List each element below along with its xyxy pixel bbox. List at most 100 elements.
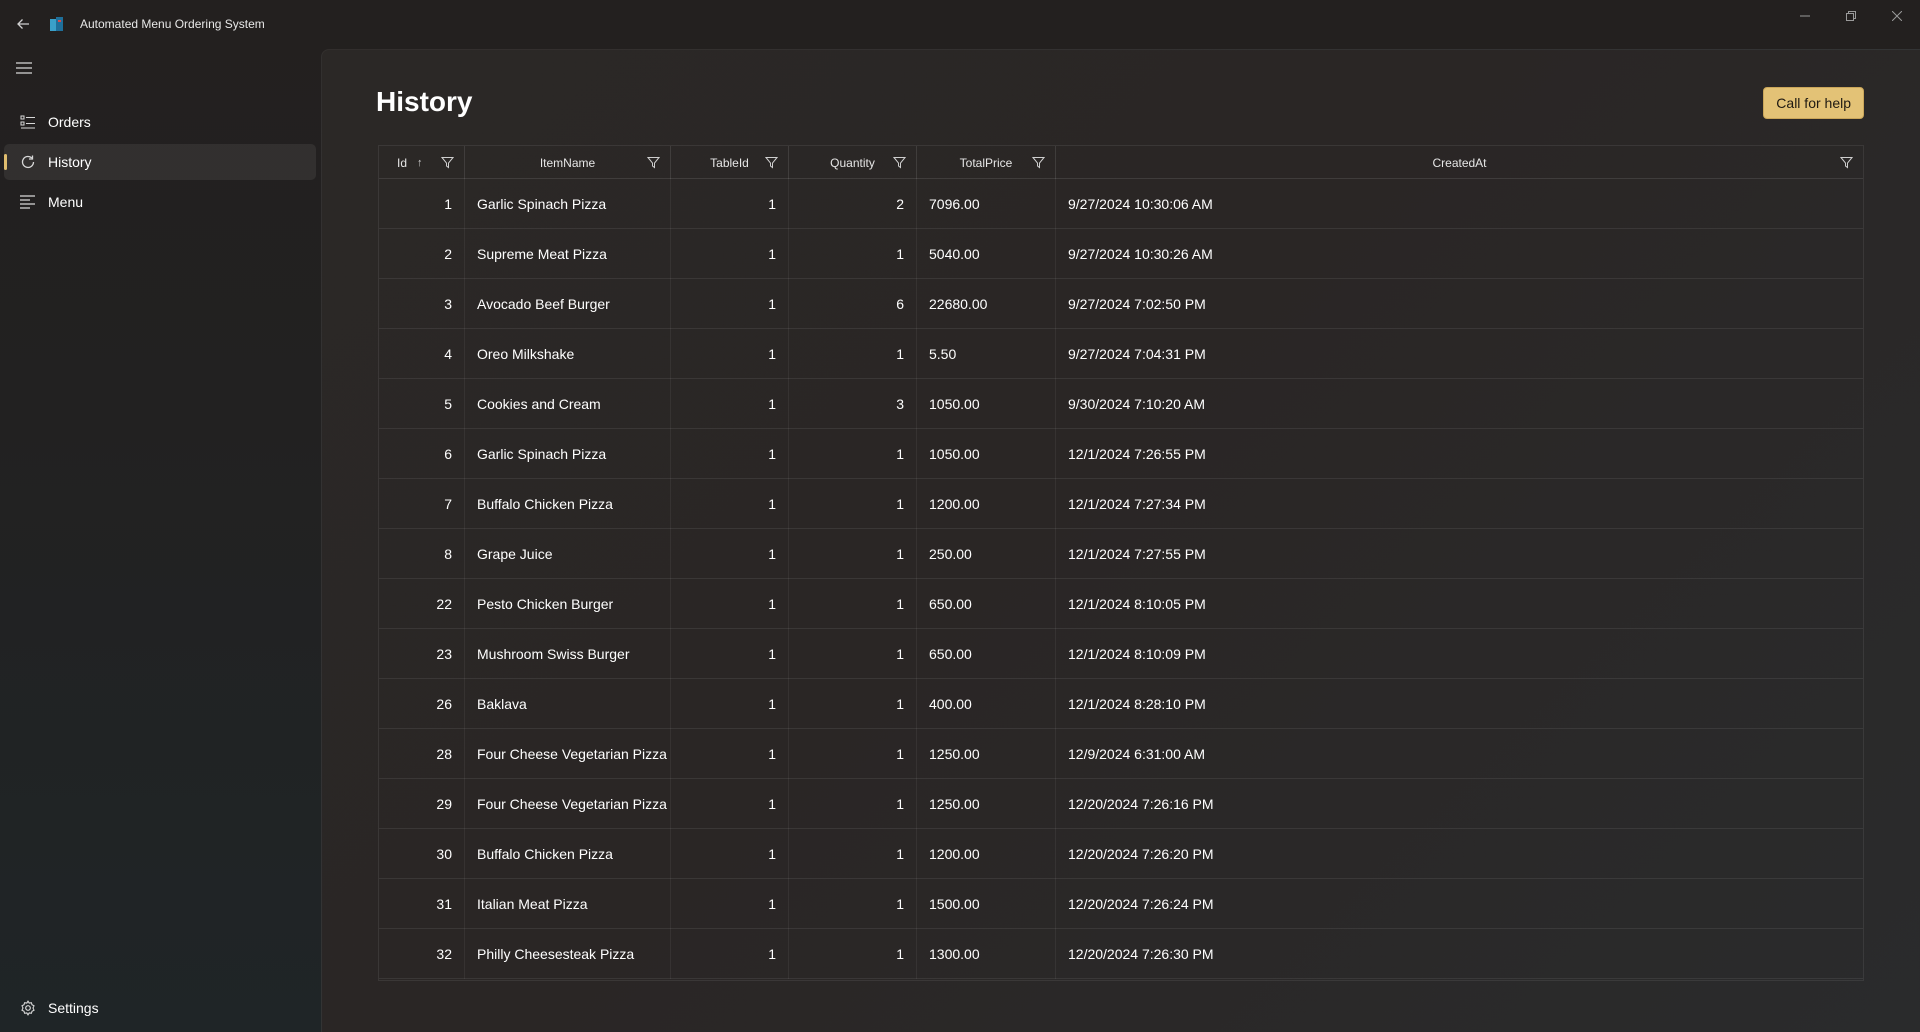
cell-totalprice[interactable]: 1200.00 xyxy=(917,479,1056,529)
cell-quantity[interactable]: 1 xyxy=(789,579,917,629)
cell-quantity[interactable]: 1 xyxy=(789,629,917,679)
cell-id[interactable]: 28 xyxy=(379,729,465,779)
cell-itemname[interactable]: Supreme Meat Pizza xyxy=(465,229,671,279)
filter-icon[interactable] xyxy=(1840,156,1853,169)
cell-tableid[interactable]: 1 xyxy=(671,929,789,979)
cell-quantity[interactable]: 1 xyxy=(789,879,917,929)
cell-createdat[interactable]: 12/1/2024 8:10:09 PM xyxy=(1056,629,1863,679)
cell-itemname[interactable]: Grape Juice xyxy=(465,529,671,579)
column-header-quantity[interactable]: Quantity xyxy=(789,146,917,179)
cell-itemname[interactable]: Oreo Milkshake xyxy=(465,329,671,379)
filter-icon[interactable] xyxy=(893,156,906,169)
restore-button[interactable] xyxy=(1828,0,1874,32)
call-for-help-button[interactable]: Call for help xyxy=(1763,87,1864,119)
cell-createdat[interactable]: 9/27/2024 10:30:26 AM xyxy=(1056,229,1863,279)
cell-totalprice[interactable]: 1250.00 xyxy=(917,779,1056,829)
cell-id[interactable]: 5 xyxy=(379,379,465,429)
filter-icon[interactable] xyxy=(647,156,660,169)
cell-tableid[interactable]: 1 xyxy=(671,679,789,729)
cell-tableid[interactable]: 1 xyxy=(671,729,789,779)
cell-createdat[interactable]: 9/30/2024 7:10:20 AM xyxy=(1056,379,1863,429)
cell-tableid[interactable]: 1 xyxy=(671,829,789,879)
cell-createdat[interactable]: 12/9/2024 6:31:00 AM xyxy=(1056,729,1863,779)
cell-quantity[interactable]: 6 xyxy=(789,279,917,329)
cell-tableid[interactable]: 1 xyxy=(671,779,789,829)
cell-totalprice[interactable]: 1500.00 xyxy=(917,879,1056,929)
cell-itemname[interactable]: Mushroom Swiss Burger xyxy=(465,629,671,679)
cell-id[interactable]: 31 xyxy=(379,879,465,929)
table-row[interactable]: 8 Grape Juice 1 1 250.00 12/1/2024 7:27:55 PM xyxy=(379,529,1863,579)
table-row[interactable]: 29 Four Cheese Vegetarian Pizza 1 1 1250.00 1… xyxy=(379,779,1863,829)
cell-itemname[interactable]: Garlic Spinach Pizza xyxy=(465,179,671,229)
sidebar-item-settings[interactable]: Settings xyxy=(4,990,316,1026)
cell-tableid[interactable]: 1 xyxy=(671,879,789,929)
sidebar-item-orders[interactable]: Orders xyxy=(4,104,316,140)
cell-id[interactable]: 22 xyxy=(379,579,465,629)
cell-itemname[interactable]: Philly Cheesesteak Pizza xyxy=(465,929,671,979)
cell-quantity[interactable]: 2 xyxy=(789,179,917,229)
column-header-tableid[interactable]: TableId xyxy=(671,146,789,179)
cell-createdat[interactable]: 9/27/2024 7:04:31 PM xyxy=(1056,329,1863,379)
cell-createdat[interactable]: 12/1/2024 7:26:55 PM xyxy=(1056,429,1863,479)
cell-id[interactable]: 3 xyxy=(379,279,465,329)
cell-itemname[interactable]: Buffalo Chicken Pizza xyxy=(465,829,671,879)
cell-totalprice[interactable]: 1050.00 xyxy=(917,379,1056,429)
cell-quantity[interactable]: 1 xyxy=(789,679,917,729)
cell-quantity[interactable]: 1 xyxy=(789,479,917,529)
cell-tableid[interactable]: 1 xyxy=(671,629,789,679)
cell-itemname[interactable]: Four Cheese Vegetarian Pizza xyxy=(465,779,671,829)
table-row[interactable]: 7 Buffalo Chicken Pizza 1 1 1200.00 12/1/2024… xyxy=(379,479,1863,529)
cell-tableid[interactable]: 1 xyxy=(671,279,789,329)
cell-quantity[interactable]: 1 xyxy=(789,829,917,879)
cell-totalprice[interactable]: 22680.00 xyxy=(917,279,1056,329)
cell-totalprice[interactable]: 5040.00 xyxy=(917,229,1056,279)
table-row[interactable]: 30 Buffalo Chicken Pizza 1 1 1200.00 12/20/20… xyxy=(379,829,1863,879)
table-row[interactable]: 23 Mushroom Swiss Burger 1 1 650.00 12/1/2024… xyxy=(379,629,1863,679)
cell-createdat[interactable]: 9/27/2024 10:30:06 AM xyxy=(1056,179,1863,229)
cell-totalprice[interactable]: 250.00 xyxy=(917,529,1056,579)
cell-id[interactable]: 6 xyxy=(379,429,465,479)
table-row[interactable]: 3 Avocado Beef Burger 1 6 22680.00 9/27/2024 … xyxy=(379,279,1863,329)
cell-createdat[interactable]: 9/27/2024 7:02:50 PM xyxy=(1056,279,1863,329)
cell-id[interactable]: 7 xyxy=(379,479,465,529)
cell-createdat[interactable]: 12/1/2024 8:10:05 PM xyxy=(1056,579,1863,629)
cell-createdat[interactable]: 12/1/2024 7:27:34 PM xyxy=(1056,479,1863,529)
cell-createdat[interactable]: 12/1/2024 8:28:10 PM xyxy=(1056,679,1863,729)
cell-quantity[interactable]: 1 xyxy=(789,329,917,379)
cell-createdat[interactable]: 12/20/2024 7:26:20 PM xyxy=(1056,829,1863,879)
cell-tableid[interactable]: 1 xyxy=(671,379,789,429)
cell-createdat[interactable]: 12/20/2024 7:26:16 PM xyxy=(1056,779,1863,829)
cell-id[interactable]: 30 xyxy=(379,829,465,879)
cell-id[interactable]: 29 xyxy=(379,779,465,829)
table-row[interactable]: 32 Philly Cheesesteak Pizza 1 1 1300.00 12/20… xyxy=(379,929,1863,979)
cell-quantity[interactable]: 1 xyxy=(789,229,917,279)
cell-tableid[interactable]: 1 xyxy=(671,329,789,379)
cell-totalprice[interactable]: 400.00 xyxy=(917,679,1056,729)
cell-itemname[interactable]: Four Cheese Vegetarian Pizza xyxy=(465,729,671,779)
cell-itemname[interactable]: Baklava xyxy=(465,679,671,729)
cell-itemname[interactable]: Avocado Beef Burger xyxy=(465,279,671,329)
cell-tableid[interactable]: 1 xyxy=(671,579,789,629)
cell-createdat[interactable]: 12/20/2024 7:26:30 PM xyxy=(1056,929,1863,979)
cell-totalprice[interactable]: 1300.00 xyxy=(917,929,1056,979)
cell-totalprice[interactable]: 1250.00 xyxy=(917,729,1056,779)
table-row[interactable]: 6 Garlic Spinach Pizza 1 1 1050.00 12/1/2024 … xyxy=(379,429,1863,479)
cell-totalprice[interactable]: 650.00 xyxy=(917,629,1056,679)
minimize-button[interactable] xyxy=(1782,0,1828,32)
cell-itemname[interactable]: Garlic Spinach Pizza xyxy=(465,429,671,479)
cell-itemname[interactable]: Cookies and Cream xyxy=(465,379,671,429)
column-header-id[interactable]: Id ↑ xyxy=(379,146,465,179)
cell-totalprice[interactable]: 1050.00 xyxy=(917,429,1056,479)
cell-id[interactable]: 1 xyxy=(379,179,465,229)
cell-id[interactable]: 2 xyxy=(379,229,465,279)
cell-id[interactable]: 23 xyxy=(379,629,465,679)
cell-tableid[interactable]: 1 xyxy=(671,429,789,479)
table-row[interactable]: 2 Supreme Meat Pizza 1 1 5040.00 9/27/2024 10… xyxy=(379,229,1863,279)
cell-quantity[interactable]: 3 xyxy=(789,379,917,429)
cell-createdat[interactable]: 12/1/2024 7:27:55 PM xyxy=(1056,529,1863,579)
cell-quantity[interactable]: 1 xyxy=(789,779,917,829)
cell-id[interactable]: 4 xyxy=(379,329,465,379)
cell-tableid[interactable]: 1 xyxy=(671,229,789,279)
cell-quantity[interactable]: 1 xyxy=(789,529,917,579)
back-button[interactable] xyxy=(0,0,46,48)
